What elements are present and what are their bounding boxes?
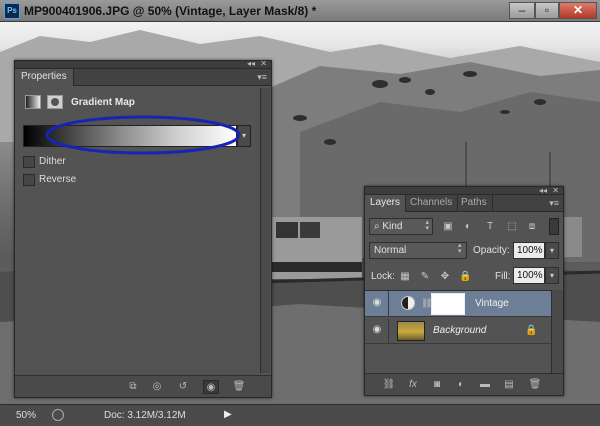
adjustment-title: Gradient Map (71, 97, 135, 108)
reverse-checkbox[interactable] (23, 174, 35, 186)
close-layers-icon[interactable]: ✕ (552, 186, 559, 195)
panel-scrollbar[interactable] (260, 88, 270, 373)
blend-spinner-icon: ▴ ▾ (458, 242, 462, 255)
background-thumbnail (397, 321, 425, 341)
filter-adjustment-icon[interactable]: ◐ (461, 220, 475, 233)
group-icon[interactable]: ▬ (477, 378, 493, 392)
spinner-icon: ▴ ▾ (425, 219, 429, 232)
mask-icon[interactable]: ◙ (429, 378, 445, 392)
properties-footer: ⧉ ◎ ↺ ◉ 🗑 (15, 375, 271, 397)
layers-menu-icon[interactable]: ▾≡ (549, 198, 559, 209)
view-previous-icon[interactable]: ◎ (149, 380, 165, 394)
blend-mode-select[interactable]: Normal (369, 242, 467, 259)
adjustment-layer-icon[interactable] (25, 95, 41, 109)
filter-shape-icon[interactable]: ⬚ (505, 220, 519, 233)
properties-tab-row: Properties ▾≡ (15, 69, 271, 86)
visibility-eye-icon[interactable]: ◉ (371, 298, 383, 308)
tab-layers[interactable]: Layers (365, 195, 407, 212)
kind-label: Kind (382, 221, 403, 232)
collapse-layers-icon[interactable]: ◂◂ (539, 186, 547, 195)
layers-drag-strip[interactable]: ◂◂ ✕ (365, 186, 563, 195)
lock-all-icon[interactable]: 🔒 (459, 271, 471, 283)
opacity-label: Opacity: (473, 245, 510, 256)
lock-label: Lock: (371, 271, 395, 282)
restore-button[interactable]: ▫ (535, 2, 559, 19)
document-title: MP900401906.JPG @ 50% (Vintage, Layer Ma… (24, 4, 317, 18)
status-menu-arrow-icon[interactable]: ▶ (224, 409, 232, 420)
layer-mask-icon[interactable] (47, 95, 63, 109)
annotation-ellipse (45, 115, 241, 155)
photoshop-logo-icon: Ps (4, 3, 20, 19)
lock-icon: 🔒 (525, 325, 538, 336)
layer-row-background[interactable]: ◉ Background 🔒 (365, 318, 551, 344)
layers-panel: ◂◂ ✕ Layers Channels Paths ▾≡ ⌕ Kind ▴ ▾ … (364, 186, 564, 396)
link-icon[interactable]: ⛓ (381, 378, 397, 392)
new-layer-icon[interactable]: ▤ (501, 378, 517, 392)
properties-panel: ◂◂ ✕ Properties ▾≡ Gradient Map ▾ Dither… (14, 60, 272, 398)
adjustment-icon[interactable]: ◐ (453, 378, 469, 392)
eye-column: ◉ (365, 318, 389, 344)
visibility-icon[interactable]: ◉ (203, 380, 219, 394)
layer-filter-kind[interactable]: ⌕ Kind ▴ ▾ (369, 218, 433, 235)
reverse-label: Reverse (39, 174, 77, 185)
fx-icon[interactable]: fx (405, 378, 421, 392)
layers-footer: ⛓ fx ◙ ◐ ▬ ▤ 🗑 (365, 373, 563, 395)
delete-icon[interactable]: 🗑 (527, 378, 543, 392)
document-size: Doc: 3.12M/3.12M (104, 410, 186, 421)
lock-position-icon[interactable]: ✥ (439, 271, 451, 283)
reset-icon[interactable]: ↺ (175, 380, 191, 394)
tab-channels[interactable]: Channels (405, 195, 459, 212)
status-info-icon[interactable] (52, 409, 64, 421)
fill-label: Fill: (495, 271, 511, 282)
layer-list: ◉ ⛓ Vintage ◉ Background 🔒 (365, 290, 551, 374)
filter-type-icon[interactable]: T (483, 220, 497, 233)
clip-to-layer-icon[interactable]: ⧉ (125, 380, 141, 394)
layer-name[interactable]: Background (433, 325, 486, 336)
dither-label: Dither (39, 156, 66, 167)
gradient-map-adjustment-icon (401, 296, 415, 310)
status-bar: 50% Doc: 3.12M/3.12M ▶ (0, 404, 600, 426)
close-panel-icon[interactable]: ✕ (260, 60, 267, 68)
eye-column: ◉ (365, 291, 389, 317)
layer-mask-thumbnail[interactable] (431, 293, 465, 315)
visibility-eye-icon[interactable]: ◉ (371, 325, 383, 335)
opacity-dropdown[interactable]: ▾ (545, 242, 559, 259)
tab-properties[interactable]: Properties (15, 69, 74, 86)
dither-checkbox[interactable] (23, 156, 35, 168)
close-button[interactable]: ✕ (559, 2, 597, 19)
filter-toggle[interactable] (549, 218, 559, 235)
lock-paint-icon[interactable]: ✎ (419, 271, 431, 283)
layers-scrollbar[interactable] (551, 290, 563, 374)
window-title-bar: Ps MP900401906.JPG @ 50% (Vintage, Layer… (0, 0, 600, 22)
layer-name[interactable]: Vintage (475, 298, 509, 309)
panel-menu-icon[interactable]: ▾≡ (257, 72, 267, 83)
minimize-button[interactable]: – (509, 2, 535, 19)
collapse-panel-icon[interactable]: ◂◂ (247, 60, 255, 68)
fill-input[interactable]: 100% (513, 267, 545, 284)
panel-drag-strip[interactable]: ◂◂ ✕ (15, 60, 271, 69)
delete-icon[interactable]: 🗑 (231, 380, 247, 394)
zoom-level[interactable]: 50% (16, 410, 36, 421)
layer-row-vintage[interactable]: ◉ ⛓ Vintage (365, 291, 551, 317)
layers-tab-row: Layers Channels Paths ▾≡ (365, 195, 563, 212)
opacity-input[interactable]: 100% (513, 242, 545, 259)
filter-smart-object-icon[interactable]: ⧈ (525, 220, 539, 233)
tab-paths[interactable]: Paths (456, 195, 493, 212)
fill-dropdown[interactable]: ▾ (545, 267, 559, 284)
filter-pixel-icon[interactable]: ▣ (441, 220, 455, 233)
lock-transparency-icon[interactable]: ▦ (399, 271, 411, 283)
